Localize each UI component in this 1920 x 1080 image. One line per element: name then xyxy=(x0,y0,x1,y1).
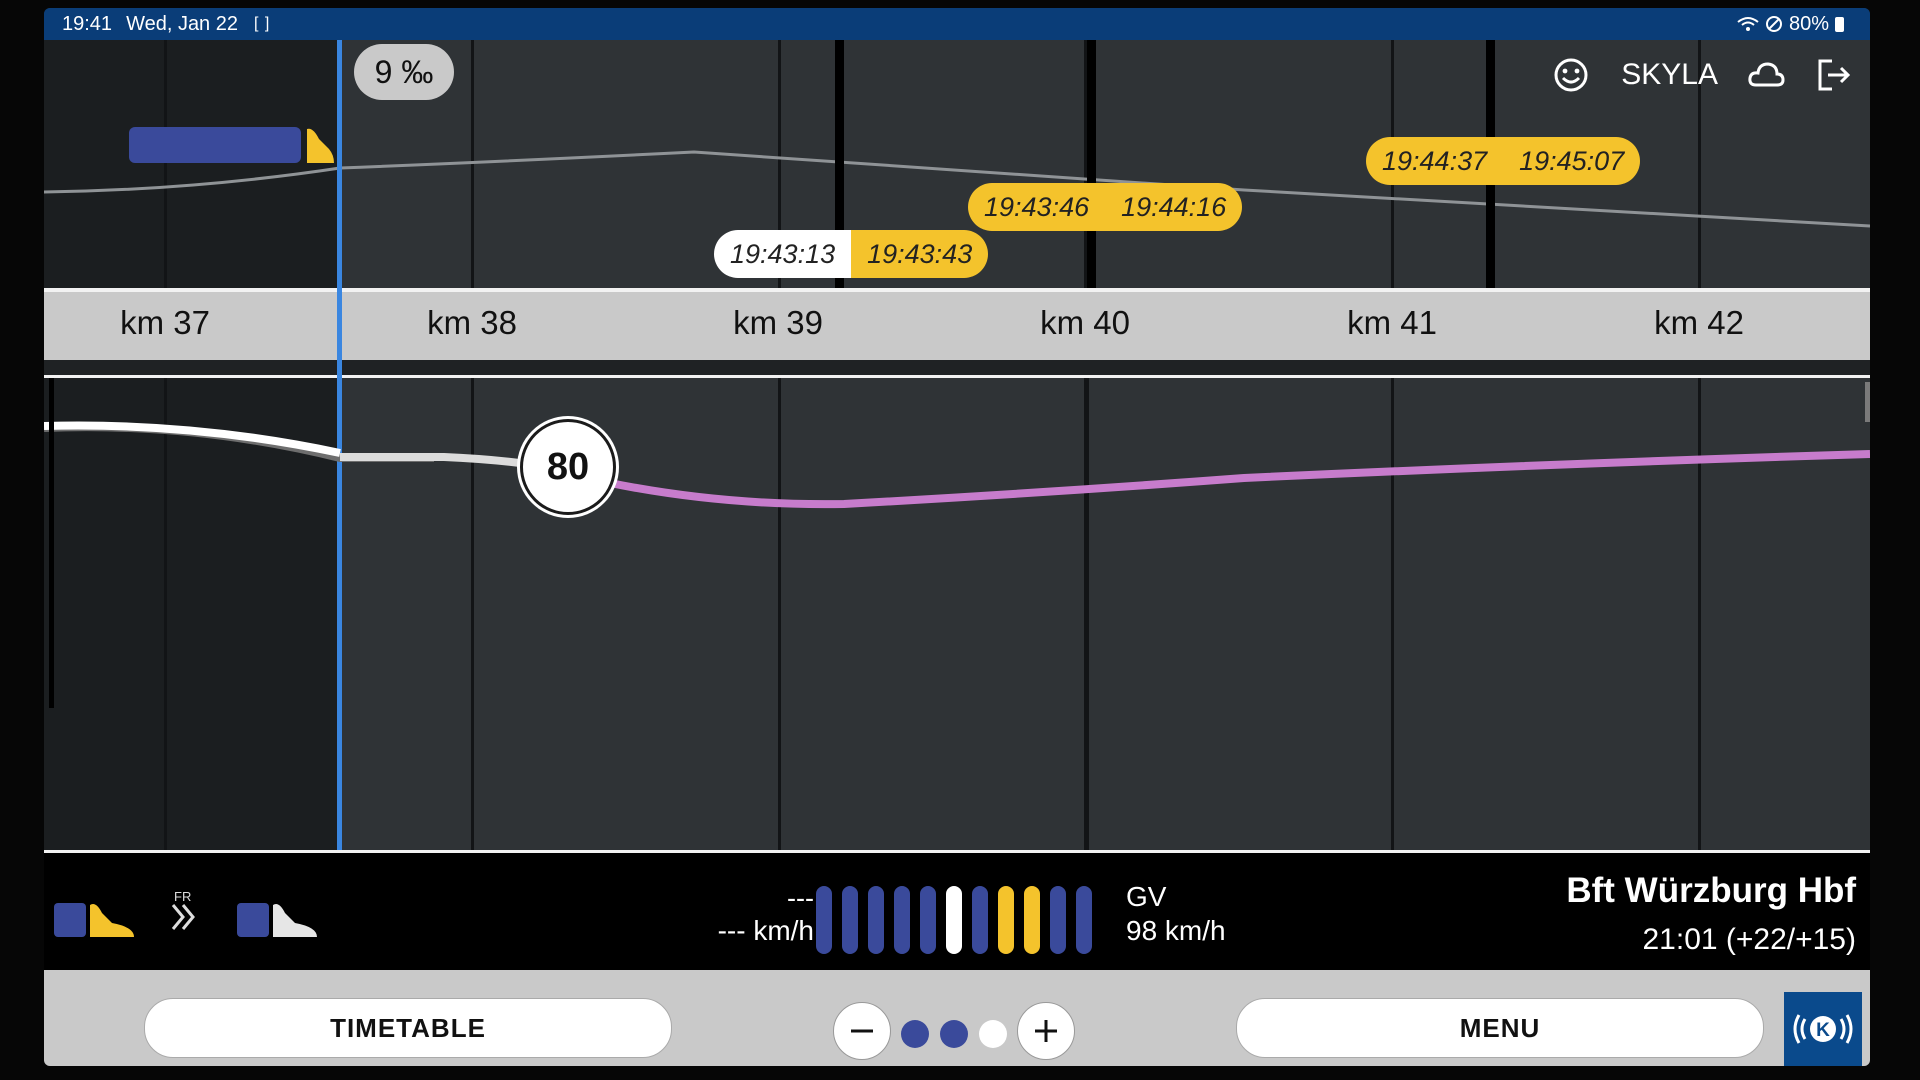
do-not-disturb-icon xyxy=(1765,16,1782,32)
indicator-bar xyxy=(894,886,910,954)
indicator-bar xyxy=(1076,886,1092,954)
timing-point[interactable]: 19:43:13 19:43:43 xyxy=(714,230,989,278)
app-window: 19:41 Wed, Jan 22 [ ] 80% 9 ‰ 19:43:13 1… xyxy=(44,8,1870,1066)
train-type-icon[interactable] xyxy=(54,899,136,939)
indicator-bar xyxy=(816,886,832,954)
menu-button[interactable]: MENU xyxy=(1236,998,1764,1058)
indicator-bar xyxy=(842,886,858,954)
scheduled-time: 19:43:13 xyxy=(714,230,852,278)
smiley-icon[interactable] xyxy=(1551,55,1591,95)
status-right: 80% xyxy=(1737,8,1844,40)
zoom-level-dot xyxy=(979,1020,1007,1048)
speed-dash: --- xyxy=(787,883,814,913)
km-label: km 40 xyxy=(1040,304,1130,341)
gv-speed: 98 km/h xyxy=(1126,915,1226,946)
logout-icon[interactable] xyxy=(1814,55,1854,95)
status-date: Wed, Jan 22 xyxy=(126,12,238,35)
info-bar: FR --- --- km/h GV 98 km/h Bft Würzburg … xyxy=(44,850,1870,973)
gv-label: GV xyxy=(1126,881,1167,912)
header-controls: SKYLA xyxy=(1551,48,1870,102)
double-chevron-icon[interactable] xyxy=(169,903,201,931)
scheduled-time: 19:43:46 xyxy=(968,183,1106,231)
indicator-bar xyxy=(946,886,962,954)
km-label: km 41 xyxy=(1347,304,1437,341)
speed-limit-sign: 80 xyxy=(520,419,616,515)
zoom-out-icon xyxy=(851,1029,873,1033)
timetable-button[interactable]: TIMETABLE xyxy=(144,998,672,1058)
cloud-icon[interactable] xyxy=(1746,55,1786,95)
wifi-icon xyxy=(1737,17,1759,31)
fullscreen-icon[interactable]: [ ] xyxy=(254,15,270,33)
actual-time: 19:43:43 xyxy=(851,230,989,278)
km-label: km 38 xyxy=(427,304,517,341)
zoom-out-button[interactable] xyxy=(833,1002,891,1060)
timing-point[interactable]: 19:44:37 19:45:07 xyxy=(1366,137,1641,185)
brand-logo-icon[interactable]: K xyxy=(1784,992,1862,1066)
bottom-bar: TIMETABLE MENU K xyxy=(44,970,1870,1066)
km-label: km 42 xyxy=(1654,304,1744,341)
ruler-separator xyxy=(44,360,1870,378)
train-position-icon xyxy=(129,127,334,163)
signal-indicator-bars xyxy=(816,886,1092,954)
indicator-bar xyxy=(1024,886,1040,954)
destination-station: Bft Würzburg Hbf xyxy=(1566,871,1856,910)
svg-text:K: K xyxy=(1816,1020,1830,1041)
scheduled-time: 19:44:37 xyxy=(1366,137,1504,185)
indicator-bar xyxy=(1050,886,1066,954)
actual-time: 19:44:16 xyxy=(1105,183,1243,231)
timing-point[interactable]: 19:43:46 19:44:16 xyxy=(968,183,1243,231)
indicator-bar xyxy=(998,886,1014,954)
zoom-in-button[interactable] xyxy=(1017,1002,1075,1060)
fr-label: FR xyxy=(174,889,192,904)
profile-scrollbar[interactable] xyxy=(1865,382,1870,422)
zoom-in-icon xyxy=(1035,1020,1057,1042)
current-speed: --- km/h xyxy=(717,915,814,946)
status-bar: 19:41 Wed, Jan 22 [ ] 80% xyxy=(44,8,1870,40)
actual-time: 19:45:07 xyxy=(1503,137,1641,185)
user-label: SKYLA xyxy=(1621,58,1718,91)
arrival-time: 21:01 (+22/+15) xyxy=(1642,923,1856,956)
indicator-bar xyxy=(868,886,884,954)
status-time: 19:41 xyxy=(62,12,113,35)
km-ruler: km 37 km 38 km 39 km 40 km 41 km 42 xyxy=(44,288,1870,360)
km-label: km 39 xyxy=(733,304,823,341)
profile-edge-marker xyxy=(49,378,54,708)
battery-percent: 80% xyxy=(1788,12,1829,35)
zoom-level-dot xyxy=(940,1020,968,1048)
zoom-level-dot xyxy=(901,1020,929,1048)
battery-icon xyxy=(1835,16,1844,32)
gradient-badge: 9 ‰ xyxy=(354,44,454,100)
indicator-bar xyxy=(920,886,936,954)
km-label: km 37 xyxy=(120,304,210,341)
speed-profile xyxy=(44,421,1870,509)
timing-marker-pole xyxy=(1087,40,1096,290)
indicator-bar xyxy=(972,886,988,954)
train-type-icon-grey[interactable] xyxy=(237,899,319,939)
